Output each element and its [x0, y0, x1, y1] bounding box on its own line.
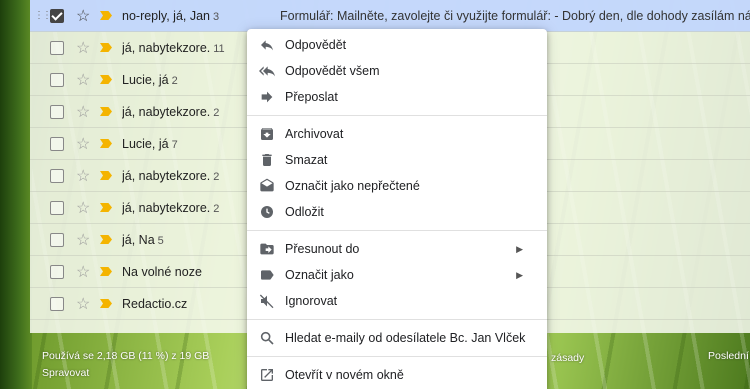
menu-separator — [247, 230, 547, 231]
submenu-arrow-icon: ▶ — [516, 269, 523, 280]
menu-item-move-to[interactable]: Přesunout do ▶ — [247, 236, 547, 262]
menu-separator — [247, 115, 547, 116]
manage-storage-link[interactable]: Spravovat — [42, 367, 89, 379]
menu-separator — [247, 319, 547, 320]
email-sender: no-reply, já, Jan 3 — [122, 8, 220, 23]
menu-item-forward[interactable]: Přeposlat — [247, 84, 547, 110]
menu-item-search-from-sender[interactable]: Hledat e-maily od odesílatele Bc. Jan Vl… — [247, 325, 547, 351]
menu-item-label-as[interactable]: Označit jako ▶ — [247, 262, 547, 288]
reply-all-icon — [259, 63, 275, 79]
importance-marker-icon[interactable] — [100, 235, 112, 244]
policy-link[interactable]: zásady — [551, 352, 584, 364]
menu-separator — [247, 356, 547, 357]
menu-item-reply[interactable]: Odpovědět — [247, 32, 547, 58]
row-checkbox[interactable] — [50, 168, 64, 183]
menu-item-delete[interactable]: Smazat — [247, 147, 547, 173]
star-icon[interactable]: ☆ — [76, 262, 94, 282]
context-menu: Odpovědět Odpovědět všem Přeposlat Archi… — [247, 29, 547, 389]
trash-icon — [259, 152, 275, 168]
row-checkbox[interactable] — [50, 232, 64, 247]
open-new-window-icon — [259, 367, 275, 383]
row-checkbox[interactable] — [50, 200, 64, 215]
star-icon[interactable]: ☆ — [76, 230, 94, 250]
mute-icon — [259, 293, 275, 309]
star-icon[interactable]: ☆ — [76, 70, 94, 90]
star-icon[interactable]: ☆ — [76, 102, 94, 122]
importance-marker-icon[interactable] — [100, 107, 112, 116]
importance-marker-icon[interactable] — [100, 203, 112, 212]
label-icon — [259, 267, 275, 283]
importance-marker-icon[interactable] — [100, 171, 112, 180]
importance-marker-icon[interactable] — [100, 11, 112, 20]
last-activity-link[interactable]: Poslední — [708, 350, 749, 362]
email-snippet: Formulář: Mailněte, zavolejte či využijt… — [280, 8, 750, 23]
forward-icon — [259, 89, 275, 105]
importance-marker-icon[interactable] — [100, 139, 112, 148]
importance-marker-icon[interactable] — [100, 75, 112, 84]
menu-item-reply-all[interactable]: Odpovědět všem — [247, 58, 547, 84]
row-checkbox[interactable] — [50, 8, 64, 23]
search-icon — [259, 330, 275, 346]
importance-marker-icon[interactable] — [100, 43, 112, 52]
star-icon[interactable]: ☆ — [76, 6, 94, 26]
archive-icon — [259, 126, 275, 142]
reply-icon — [259, 37, 275, 53]
row-checkbox[interactable] — [50, 264, 64, 279]
row-checkbox[interactable] — [50, 40, 64, 55]
row-checkbox[interactable] — [50, 296, 64, 311]
menu-item-mark-unread[interactable]: Označit jako nepřečtené — [247, 173, 547, 199]
menu-item-archive[interactable]: Archivovat — [247, 121, 547, 147]
row-checkbox[interactable] — [50, 72, 64, 87]
star-icon[interactable]: ☆ — [76, 166, 94, 186]
star-icon[interactable]: ☆ — [76, 134, 94, 154]
move-to-icon — [259, 241, 275, 257]
storage-usage: Používá se 2,18 GB (11 %) z 19 GB — [42, 350, 210, 362]
submenu-arrow-icon: ▶ — [516, 243, 523, 254]
snooze-icon — [259, 204, 275, 220]
menu-item-snooze[interactable]: Odložit — [247, 199, 547, 225]
email-row[interactable]: ⋮⋮ ☆ no-reply, já, Jan 3 Formulář: Mailně… — [30, 0, 750, 32]
star-icon[interactable]: ☆ — [76, 38, 94, 58]
row-checkbox[interactable] — [50, 104, 64, 119]
menu-item-mute[interactable]: Ignorovat — [247, 288, 547, 314]
mark-unread-icon — [259, 178, 275, 194]
star-icon[interactable]: ☆ — [76, 294, 94, 314]
importance-marker-icon[interactable] — [100, 267, 112, 276]
star-icon[interactable]: ☆ — [76, 198, 94, 218]
background-grass-blade — [0, 0, 32, 389]
row-checkbox[interactable] — [50, 136, 64, 151]
drag-handle-icon[interactable]: ⋮⋮ — [34, 10, 52, 21]
importance-marker-icon[interactable] — [100, 299, 112, 308]
menu-item-open-new-window[interactable]: Otevřít v novém okně — [247, 362, 547, 388]
